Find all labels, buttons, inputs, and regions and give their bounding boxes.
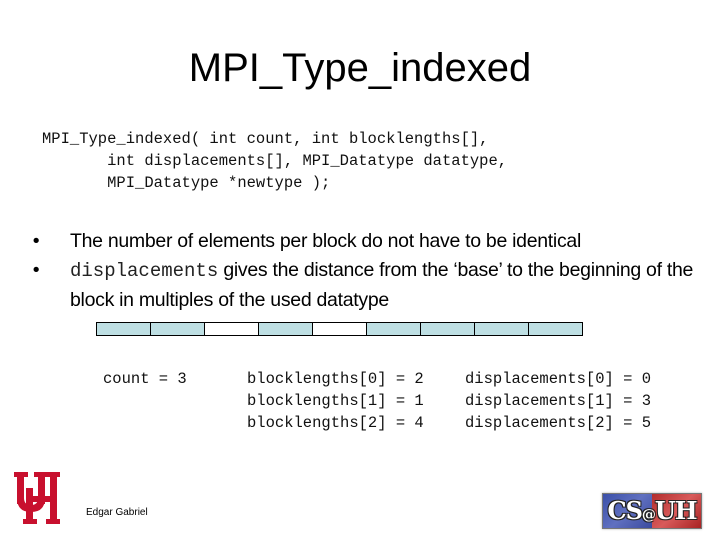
displacement-entry: displacements[0] = 0 bbox=[465, 370, 652, 388]
memory-cell-empty bbox=[205, 323, 259, 335]
slide-title: MPI_Type_indexed bbox=[188, 46, 532, 90]
logo-suffix: UH bbox=[654, 496, 698, 525]
bullet-icon: • bbox=[32, 259, 40, 281]
signature-line: MPI_Type_indexed( int count, int blockle… bbox=[42, 130, 489, 148]
blocklength-entry: blocklengths[1] = 1 bbox=[247, 392, 424, 410]
memory-cell-filled bbox=[529, 323, 582, 335]
signature-line: MPI_Datatype *newtype ); bbox=[42, 174, 331, 192]
example-blocklengths: blocklengths[0] = 2 blocklengths[1] = 1 bl… bbox=[247, 368, 424, 434]
example-displacements: displacements[0] = 0 displacements[1] = 3… bbox=[465, 368, 651, 434]
bullet-item: • The number of elements per block do no… bbox=[26, 227, 706, 256]
function-signature: MPI_Type_indexed( int count, int blockle… bbox=[42, 128, 507, 194]
memory-cell-filled bbox=[97, 323, 151, 335]
memory-cell-filled bbox=[259, 323, 313, 335]
cs-uh-logo: CS@UH bbox=[602, 493, 702, 529]
author-name: Edgar Gabriel bbox=[86, 507, 148, 518]
memory-cell-empty bbox=[313, 323, 367, 335]
bullet-item: • displacements gives the distance from … bbox=[26, 256, 706, 315]
memory-layout-bar bbox=[96, 322, 583, 336]
logo-at: @ bbox=[641, 507, 656, 523]
displacement-entry: displacements[2] = 5 bbox=[465, 414, 652, 432]
blocklength-entry: blocklengths[2] = 4 bbox=[247, 414, 424, 432]
bullet-list: • The number of elements per block do no… bbox=[26, 227, 706, 315]
logo-text: CS@UH bbox=[603, 494, 701, 528]
bullet-text: The number of elements per block do not … bbox=[70, 230, 581, 252]
blocklength-entry: blocklengths[0] = 2 bbox=[247, 370, 424, 388]
memory-cell-filled bbox=[475, 323, 529, 335]
logo-prefix: CS bbox=[607, 496, 642, 525]
uh-logo-icon bbox=[12, 468, 62, 528]
memory-cell-filled bbox=[421, 323, 475, 335]
displacement-entry: displacements[1] = 3 bbox=[465, 392, 652, 410]
memory-cell-filled bbox=[151, 323, 205, 335]
signature-line: int displacements[], MPI_Datatype dataty… bbox=[42, 152, 508, 170]
bullet-code: displacements bbox=[70, 260, 219, 282]
memory-cell-filled bbox=[367, 323, 421, 335]
example-count: count = 3 bbox=[103, 370, 187, 388]
bullet-icon: • bbox=[32, 230, 40, 252]
